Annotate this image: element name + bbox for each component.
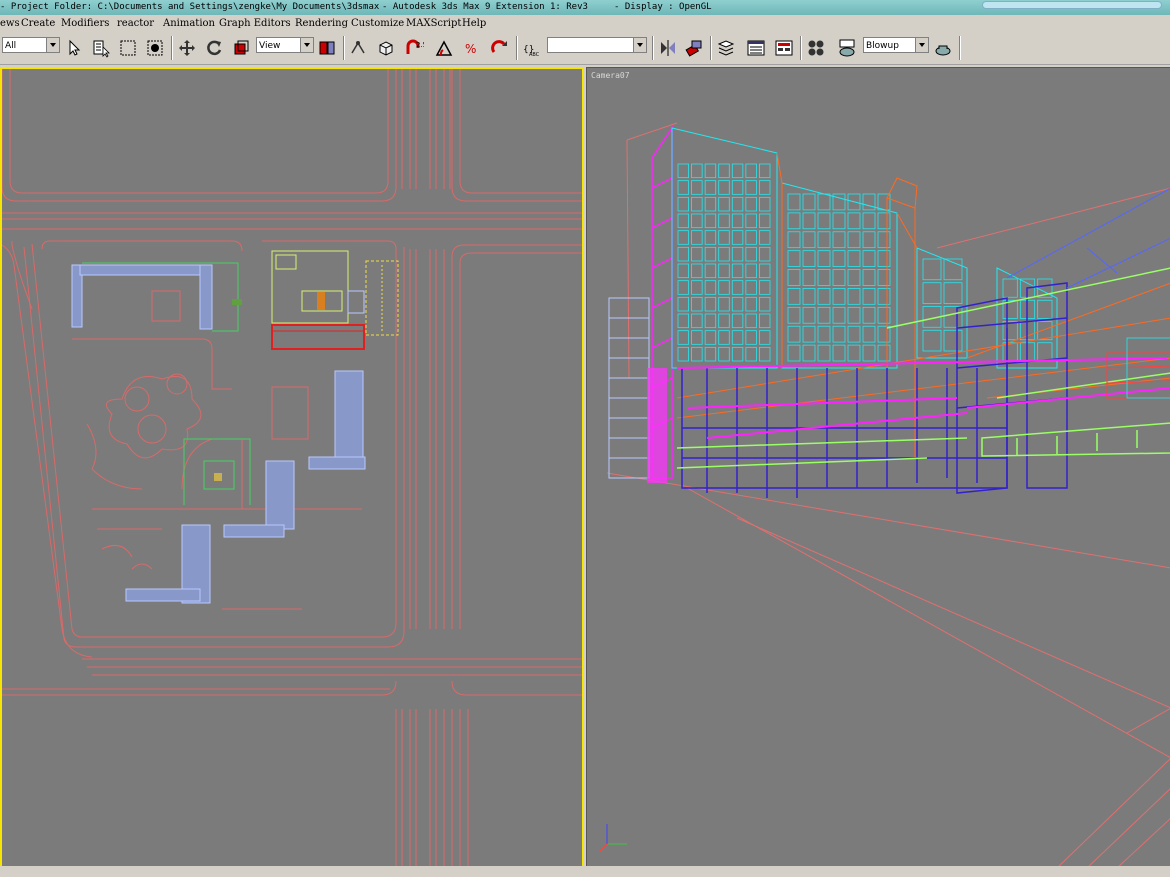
- spinner-snap-icon[interactable]: [490, 38, 510, 58]
- camera-viewport-label: Camera07: [591, 71, 630, 80]
- coord-system-value: View: [259, 41, 281, 51]
- render-preset-dropdown[interactable]: Blowup: [863, 37, 929, 53]
- menu-views[interactable]: ews: [0, 15, 20, 32]
- svg-text:%: %: [465, 42, 476, 56]
- select-object-icon[interactable]: [64, 38, 84, 58]
- select-link-icon[interactable]: [348, 38, 368, 58]
- curve-editor-icon[interactable]: [746, 38, 766, 58]
- move-icon[interactable]: [177, 38, 197, 58]
- title-bar: - Project Folder: C:\Documents and Setti…: [0, 0, 1170, 15]
- title-control-bar[interactable]: [982, 1, 1162, 9]
- schematic-view-icon[interactable]: [774, 38, 794, 58]
- snap-toggle-icon[interactable]: 2.5: [404, 38, 424, 58]
- selection-filter-dropdown[interactable]: All: [2, 37, 60, 53]
- selection-filter-value: All: [5, 41, 17, 51]
- app-title-text: - Autodesk 3ds Max 9 Extension 1: Rev3: [382, 2, 588, 12]
- pivot-icon[interactable]: [317, 38, 337, 58]
- layer-manager-icon[interactable]: [716, 38, 736, 58]
- display-mode-text: - Display : OpenGL: [614, 2, 712, 12]
- edit-named-sel-icon[interactable]: {} ABC: [521, 38, 541, 58]
- top-viewport[interactable]: [0, 67, 584, 870]
- menu-maxscript[interactable]: MAXScript: [406, 15, 461, 32]
- named-selection-dropdown[interactable]: [547, 37, 647, 53]
- menu-customize[interactable]: Customize: [351, 15, 404, 32]
- menu-graph-editors[interactable]: Graph Editors: [219, 15, 291, 32]
- mirror-icon[interactable]: [658, 38, 678, 58]
- angle-snap-icon[interactable]: [434, 38, 454, 58]
- select-by-name-icon[interactable]: [91, 38, 111, 58]
- render-scene-icon[interactable]: [837, 38, 857, 58]
- menu-animation[interactable]: Animation: [163, 15, 215, 32]
- quick-render-icon[interactable]: [933, 38, 953, 58]
- material-editor-icon[interactable]: [806, 38, 826, 58]
- rect-region-icon[interactable]: [118, 38, 138, 58]
- align-icon[interactable]: [684, 38, 704, 58]
- camera-view-drawing: [598, 122, 1170, 868]
- snap-value: 2.5: [416, 41, 424, 49]
- percent-snap-icon[interactable]: %: [462, 38, 482, 58]
- status-bar: [0, 866, 1170, 877]
- menu-modifiers[interactable]: Modifiers: [61, 15, 109, 32]
- viewport-area: Camera07: [0, 65, 1170, 877]
- svg-text:ABC: ABC: [529, 52, 540, 58]
- menu-rendering[interactable]: Rendering: [295, 15, 348, 32]
- render-preset-value: Blowup: [866, 41, 899, 51]
- top-view-drawing: [2, 69, 582, 868]
- scale-icon[interactable]: [231, 38, 251, 58]
- camera-viewport[interactable]: Camera07: [586, 67, 1170, 868]
- window-crossing-icon[interactable]: [145, 38, 165, 58]
- main-toolbar: All View 2.5 % {}ABC Blowup: [0, 32, 1170, 65]
- rotate-icon[interactable]: [204, 38, 224, 58]
- project-folder-text: - Project Folder: C:\Documents and Setti…: [0, 2, 380, 12]
- coord-system-dropdown[interactable]: View: [256, 37, 314, 53]
- menu-help[interactable]: Help: [462, 15, 486, 32]
- menu-reactor[interactable]: reactor: [117, 15, 154, 32]
- menu-bar: ews Create Modifiers reactor Animation G…: [0, 15, 1170, 32]
- bind-space-warp-icon[interactable]: [376, 38, 396, 58]
- menu-create[interactable]: Create: [21, 15, 55, 32]
